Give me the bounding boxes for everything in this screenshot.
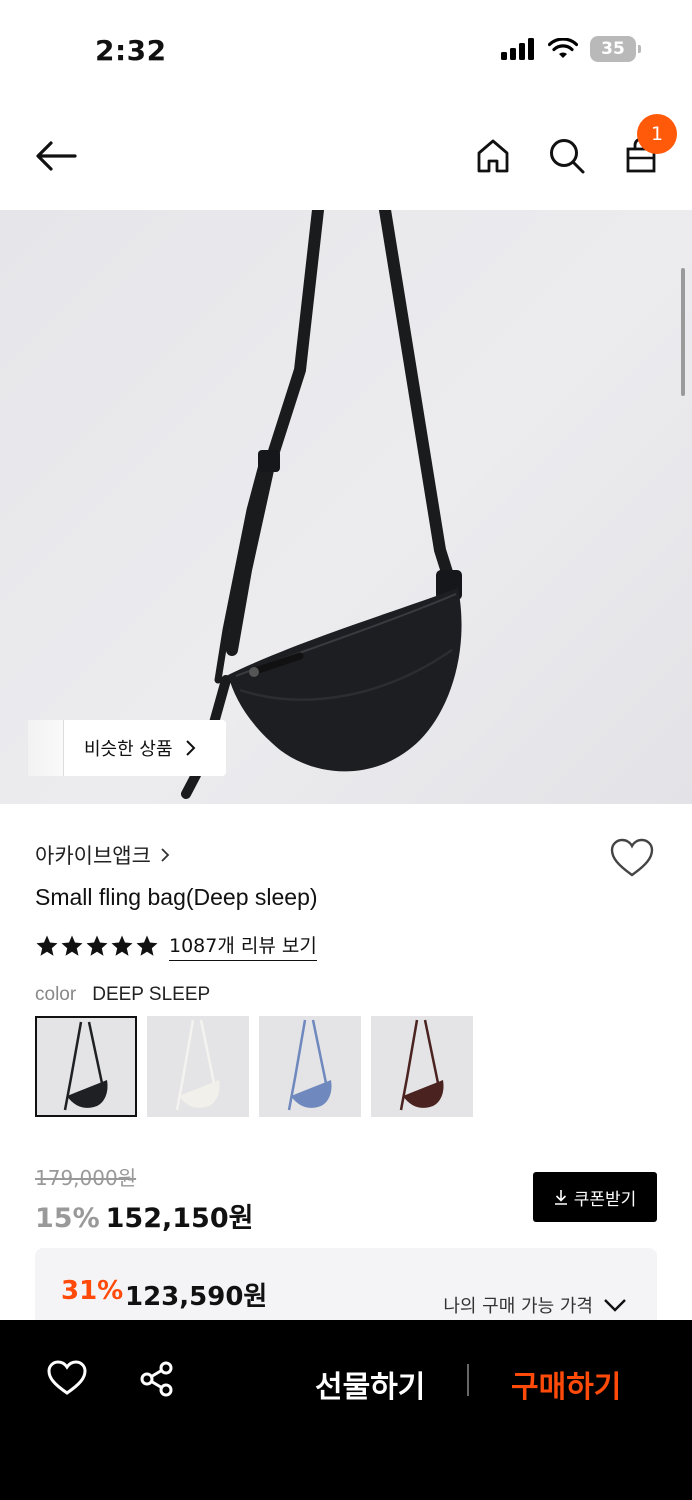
star-icon bbox=[111, 935, 133, 956]
similar-products-label: 비슷한 상품 bbox=[84, 739, 173, 760]
star-icon bbox=[136, 935, 158, 956]
brand-name: 아카이브앱크 bbox=[35, 844, 151, 868]
heart-icon bbox=[47, 1360, 87, 1395]
original-price: 179,000원 bbox=[35, 1166, 137, 1190]
bottom-wishlist-button[interactable] bbox=[47, 1360, 87, 1400]
status-icons: 35 bbox=[500, 36, 641, 62]
cart-count-badge: 1 bbox=[637, 114, 677, 154]
my-price: 123,590원 bbox=[125, 1282, 268, 1312]
home-button[interactable] bbox=[471, 134, 515, 178]
color-row: color DEEP SLEEP bbox=[35, 983, 210, 1006]
rating-stars bbox=[35, 934, 159, 958]
chevron-right-icon bbox=[185, 740, 195, 756]
heart-icon bbox=[610, 838, 654, 877]
status-time: 2:32 bbox=[95, 34, 167, 67]
product-image[interactable] bbox=[0, 210, 692, 804]
bag-thumbnail bbox=[399, 1019, 444, 1111]
coupon-button[interactable]: 쿠폰받기 bbox=[533, 1172, 657, 1222]
bag-thumbnail bbox=[287, 1019, 332, 1111]
bag-thumbnail bbox=[63, 1021, 108, 1111]
wifi-icon bbox=[548, 38, 578, 58]
top-nav bbox=[0, 110, 692, 206]
color-label: color bbox=[35, 984, 77, 1005]
search-icon bbox=[550, 139, 585, 174]
bag-illustration bbox=[181, 210, 462, 799]
wishlist-button[interactable] bbox=[610, 838, 654, 882]
rating-row: 1087개 리뷰 보기 bbox=[35, 931, 317, 961]
download-icon bbox=[554, 1190, 567, 1205]
sale-price: 152,150원 bbox=[105, 1203, 254, 1234]
review-link[interactable]: 1087개 리뷰 보기 bbox=[169, 931, 317, 961]
swatch-ivory[interactable] bbox=[147, 1016, 249, 1117]
search-button[interactable] bbox=[545, 134, 589, 178]
share-button[interactable] bbox=[138, 1360, 176, 1402]
discount-rate: 15% bbox=[35, 1203, 100, 1234]
star-icon bbox=[36, 935, 58, 956]
star-icon bbox=[86, 935, 108, 956]
chevron-down-icon bbox=[604, 1299, 626, 1312]
buy-button[interactable]: 구매하기 bbox=[511, 1362, 621, 1406]
price-row: 15% 152,150원 bbox=[35, 1196, 253, 1235]
home-icon bbox=[477, 139, 509, 173]
battery-indicator: 35 bbox=[590, 36, 641, 62]
color-swatches bbox=[35, 1016, 473, 1117]
status-bar: 2:32 35 bbox=[0, 0, 692, 100]
share-icon bbox=[140, 1361, 173, 1397]
swatch-brown[interactable] bbox=[371, 1016, 473, 1117]
signal-icon bbox=[501, 38, 534, 60]
product-title: Small fling bag(Deep sleep) bbox=[35, 884, 318, 910]
swatch-deep-sleep[interactable] bbox=[35, 1016, 137, 1117]
back-button[interactable] bbox=[34, 134, 78, 178]
my-discount-rate: 31% bbox=[61, 1276, 124, 1306]
my-price-toggle-label: 나의 구매 가능 가격 bbox=[443, 1296, 593, 1317]
scroll-indicator[interactable] bbox=[681, 268, 685, 396]
coupon-label: 쿠폰받기 bbox=[573, 1189, 637, 1210]
similar-products-button[interactable]: 비슷한 상품 bbox=[28, 720, 226, 776]
swatch-blue[interactable] bbox=[259, 1016, 361, 1117]
color-value: DEEP SLEEP bbox=[92, 984, 211, 1005]
arrow-left-icon bbox=[36, 141, 77, 171]
star-icon bbox=[61, 935, 83, 956]
chevron-right-icon bbox=[161, 848, 170, 862]
gift-button[interactable]: 선물하기 bbox=[315, 1362, 425, 1406]
button-divider bbox=[467, 1364, 469, 1396]
bottom-action-bar: 선물하기 구매하기 bbox=[0, 1320, 692, 1500]
bag-thumbnail bbox=[175, 1019, 220, 1111]
my-price-toggle[interactable]: 나의 구매 가능 가격 bbox=[443, 1292, 627, 1318]
brand-link[interactable]: 아카이브앱크 bbox=[35, 840, 171, 870]
battery-level: 35 bbox=[601, 39, 625, 59]
similar-thumbnail bbox=[28, 720, 64, 776]
